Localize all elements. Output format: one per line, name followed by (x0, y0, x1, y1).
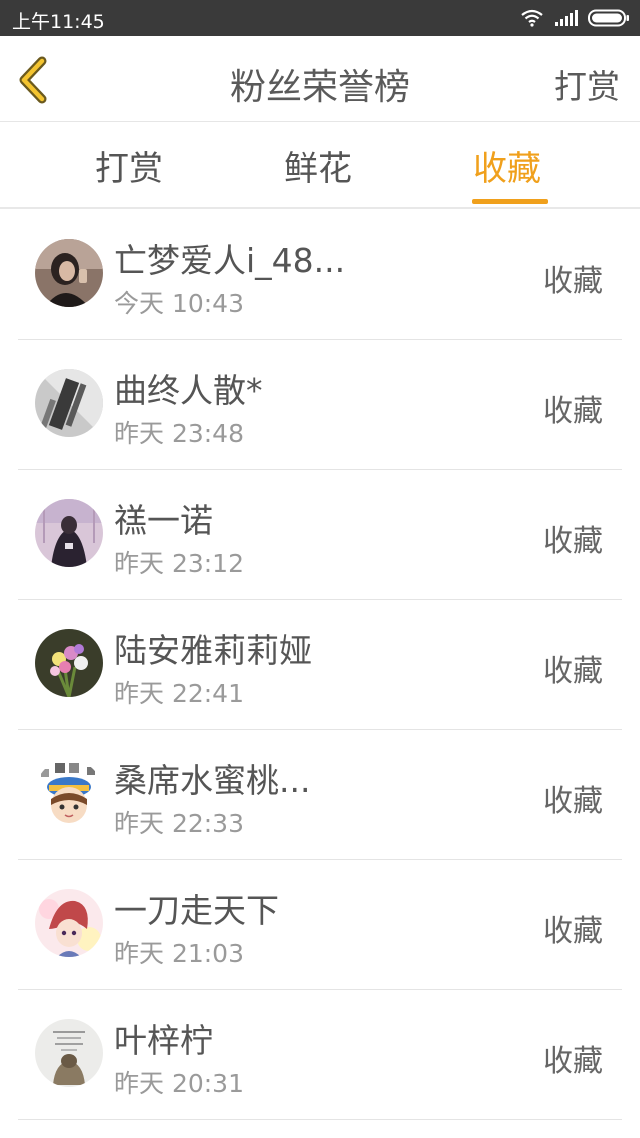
fan-name: 一刀走天下 (114, 891, 279, 930)
fan-name: 曲终人散* (114, 371, 263, 410)
tab-reward[interactable]: 打赏 (95, 141, 163, 190)
status-bar: 上午11:45 (0, 0, 640, 36)
avatar (35, 759, 103, 827)
list-item[interactable]: 亡梦爱人i_48... 今天 10:43 收藏 (0, 210, 640, 340)
list-item[interactable]: 叶梓柠 昨天 20:31 收藏 (0, 990, 640, 1120)
fan-name: 陆安雅莉莉娅 (114, 631, 312, 670)
fan-time: 昨天 21:03 (114, 939, 244, 968)
status-icons (520, 9, 630, 27)
fan-time: 今天 10:43 (114, 289, 244, 318)
favorite-label: 收藏 (543, 524, 603, 559)
reward-button[interactable]: 打赏 (554, 60, 620, 108)
favorite-label: 收藏 (543, 654, 603, 689)
fan-time: 昨天 23:12 (114, 549, 244, 578)
battery-icon (588, 9, 629, 27)
fan-name: 禚一诺 (114, 501, 213, 540)
favorite-label: 收藏 (543, 394, 603, 429)
fan-name: 亡梦爱人i_48... (114, 241, 346, 280)
wifi-icon (521, 9, 543, 27)
active-tab-indicator (472, 199, 548, 204)
fan-time: 昨天 22:33 (114, 809, 244, 838)
divider (18, 1119, 622, 1120)
tab-bar: 打赏 鲜花 收藏 (0, 123, 640, 209)
list-item[interactable]: 曲终人散* 昨天 23:48 收藏 (0, 340, 640, 470)
fan-time: 昨天 22:41 (114, 679, 244, 708)
fan-time: 昨天 23:48 (114, 419, 244, 448)
list-item[interactable]: 桑席水蜜桃... 昨天 22:33 收藏 (0, 730, 640, 860)
nav-bar: 粉丝荣誉榜 打赏 (0, 36, 640, 122)
avatar (35, 239, 103, 307)
fan-list: 亡梦爱人i_48... 今天 10:43 收藏 曲终人散* 昨天 23:48 收… (0, 210, 640, 1120)
list-item[interactable]: 禚一诺 昨天 23:12 收藏 (0, 470, 640, 600)
fan-name: 叶梓柠 (114, 1021, 213, 1060)
fan-time: 昨天 20:31 (114, 1069, 244, 1098)
signal-icon (555, 10, 578, 26)
avatar (35, 629, 103, 697)
fan-name: 桑席水蜜桃... (114, 761, 311, 800)
avatar (35, 499, 103, 567)
avatar (35, 889, 103, 957)
page-title: 粉丝荣誉榜 (229, 67, 410, 108)
favorite-label: 收藏 (543, 914, 603, 949)
avatar (35, 369, 103, 437)
tab-flowers[interactable]: 鲜花 (284, 141, 352, 190)
favorite-label: 收藏 (543, 1044, 603, 1079)
list-item[interactable]: 陆安雅莉莉娅 昨天 22:41 收藏 (0, 600, 640, 730)
avatar (35, 1019, 103, 1087)
list-item[interactable]: 一刀走天下 昨天 21:03 收藏 (0, 860, 640, 990)
tab-favorites[interactable]: 收藏 (473, 141, 541, 190)
favorite-label: 收藏 (543, 264, 603, 299)
status-time: 上午11:45 (12, 11, 105, 33)
favorite-label: 收藏 (543, 784, 603, 819)
